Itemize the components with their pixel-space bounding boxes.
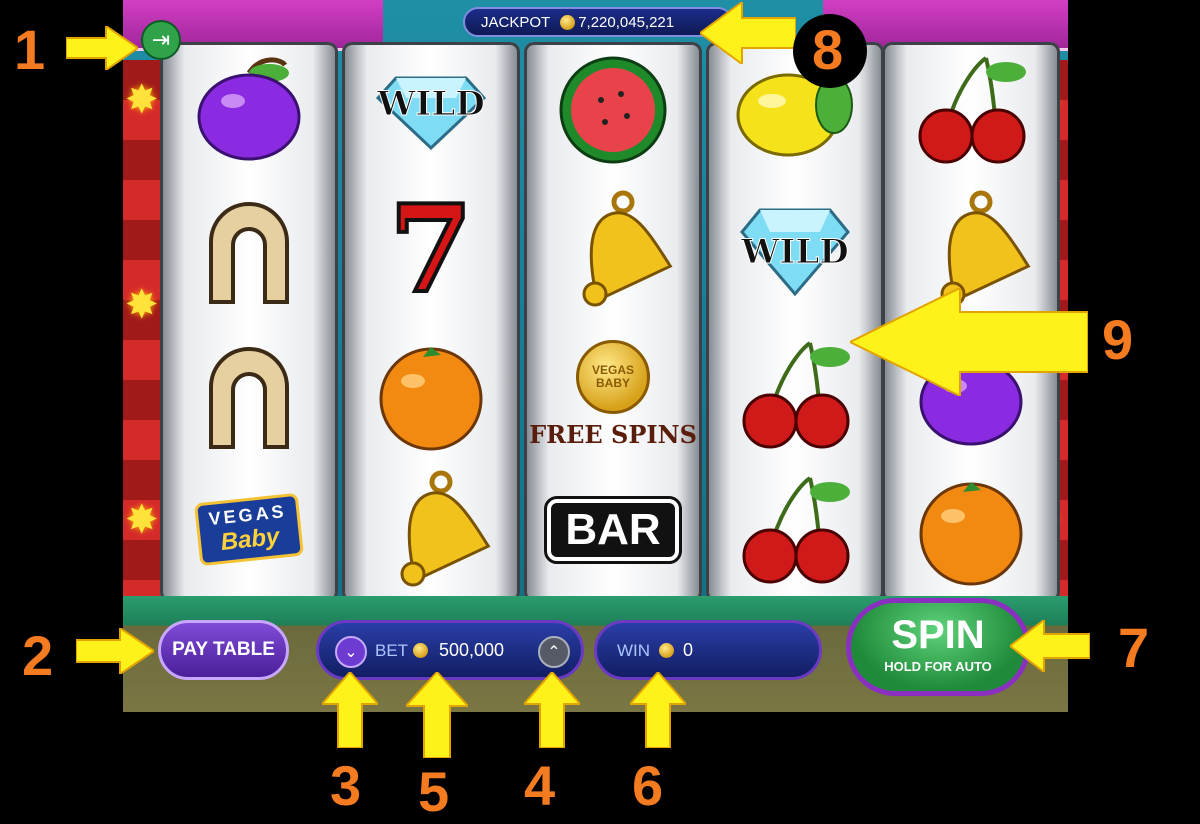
reel-3: VEGAS BABY FREE SPINS BAR [524, 42, 702, 602]
cherries-symbol [882, 42, 1060, 177]
sparkle-icon: ✸ [125, 283, 159, 327]
jackpot-amount: 7,220,045,221 [578, 13, 675, 31]
jackpot-label: JACKPOT [481, 13, 551, 31]
chevron-down-icon: ⌄ [344, 644, 358, 661]
callout-number-1: 1 [14, 18, 46, 81]
reel-1: VEGAS Baby [160, 42, 338, 602]
wild-symbol: WILD [342, 42, 520, 177]
free-spins-label: FREE SPINS [529, 420, 697, 449]
spin-sublabel: HOLD FOR AUTO [884, 659, 992, 674]
bet-decrease-button[interactable]: ⌄ [335, 636, 367, 668]
callout-number-9: 9 [1102, 308, 1134, 371]
exit-button[interactable]: ⇥ [141, 20, 181, 60]
coin-icon [413, 643, 428, 658]
win-panel: WIN 0 [594, 620, 822, 680]
callout-number-7: 7 [1118, 616, 1150, 679]
exit-icon: ⇥ [151, 27, 171, 52]
callout-arrow-2 [75, 626, 156, 679]
bet-panel: ⌄ BET 500,000 ⌃ [316, 620, 584, 680]
callout-number-6: 6 [632, 754, 664, 817]
wild-label: WILD [741, 232, 849, 273]
bet-label: BET [375, 641, 409, 660]
bet-increase-button[interactable]: ⌃ [538, 636, 570, 668]
callout-arrow-3 [319, 670, 381, 753]
bell-symbol [342, 462, 520, 597]
cherries-symbol [706, 462, 884, 597]
callout-arrow-1 [65, 24, 140, 75]
coin-icon [560, 14, 576, 30]
vegas-baby-logo: VEGAS Baby [160, 462, 338, 597]
win-value: 0 [683, 640, 694, 660]
bar-label: BAR [544, 495, 682, 564]
pay-table-button[interactable]: PAY TABLE [158, 620, 289, 680]
spin-label: SPIN [891, 613, 985, 657]
chevron-up-icon: ⌃ [547, 644, 561, 661]
sparkle-icon: ✸ [125, 78, 159, 122]
callout-number-8: 8 [812, 18, 844, 81]
bet-value: 500,000 [439, 640, 505, 660]
watermelon-symbol [524, 42, 702, 177]
callout-number-3: 3 [330, 754, 362, 817]
free-spins-symbol: VEGAS BABY FREE SPINS [524, 327, 702, 462]
callout-arrow-4 [521, 670, 583, 753]
callout-arrow-8 [698, 0, 797, 69]
jackpot-display: JACKPOT 7,220,045,221 [463, 7, 733, 37]
bell-symbol [524, 182, 702, 317]
coin-icon [659, 643, 674, 658]
horseshoe-symbol [160, 327, 338, 462]
plum-symbol [160, 42, 338, 177]
win-label: WIN [617, 641, 651, 660]
callout-arrow-5 [403, 670, 471, 763]
horseshoe-symbol [160, 182, 338, 317]
callout-number-5: 5 [418, 760, 450, 823]
callout-arrow-6 [627, 670, 689, 753]
callout-number-2: 2 [22, 624, 54, 687]
spin-button[interactable]: SPIN HOLD FOR AUTO [846, 598, 1030, 696]
orange-symbol [342, 327, 520, 462]
orange-symbol [882, 462, 1060, 597]
callout-arrow-9 [847, 286, 1089, 401]
sparkle-icon: ✸ [125, 498, 159, 542]
seven-label: 7 [387, 178, 474, 320]
free-spins-coin: VEGAS BABY [576, 340, 650, 414]
callout-number-4: 4 [524, 754, 556, 817]
wild-label: WILD [377, 84, 485, 125]
callout-arrow-7 [1008, 617, 1091, 677]
seven-symbol: 7 [342, 182, 520, 317]
bar-symbol: BAR [524, 462, 702, 597]
reel-2: WILD 7 [342, 42, 520, 602]
